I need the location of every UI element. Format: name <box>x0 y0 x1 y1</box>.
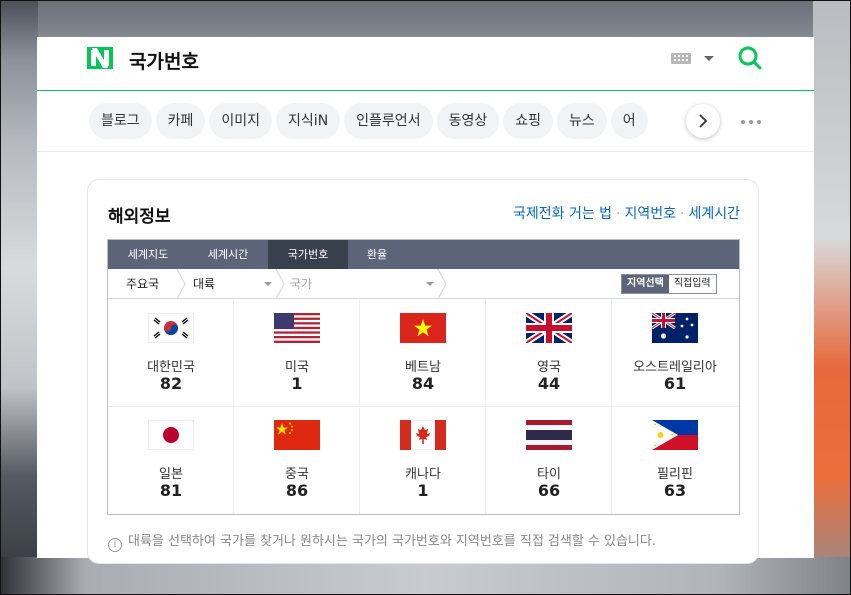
input-mode-toggle: 지역선택 직접입력 <box>621 274 717 294</box>
keyboard-icon[interactable] <box>671 53 691 64</box>
country-select[interactable]: 국가 <box>290 269 312 299</box>
country-cell-thailand[interactable]: 타이 66 <box>486 407 612 514</box>
canada-flag-icon <box>400 420 446 450</box>
chevron-down-icon <box>264 282 272 286</box>
search-result-panel: 국가번호 블로그 카페 이미지 지식iN 인플루언서 동영상 쇼핑 뉴스 어 해외정보 국제전화… <box>37 37 814 564</box>
direct-input-button[interactable]: 직접입력 <box>668 275 716 293</box>
tab-influencer[interactable]: 인플루언서 <box>344 103 433 139</box>
country-grid: 대한민국 82 미국 1 베트남 84 영국 44 오스트레일리아 61 일본 … <box>108 300 739 514</box>
tab-video[interactable]: 동영상 <box>436 103 500 139</box>
country-name: 영국 <box>537 360 561 375</box>
country-code: 66 <box>537 481 561 500</box>
tab-news[interactable]: 뉴스 <box>556 103 607 139</box>
link-international-call[interactable]: 국제전화 거는 법 <box>513 206 612 222</box>
link-world-time[interactable]: 세계시간 <box>688 206 740 222</box>
country-code: 81 <box>159 481 183 500</box>
tab-country-code[interactable]: 국가번호 <box>268 240 348 269</box>
country-cell-usa[interactable]: 미국 1 <box>234 300 360 407</box>
footnote-text: 대륙을 선택하여 국가를 찾거나 원하시는 국가의 국가번호와 지역번호를 직접… <box>128 534 656 549</box>
vietnam-flag-icon <box>400 313 446 343</box>
filter-bar: 주요국 대륙 국가 지역선택 직접입력 <box>108 269 739 299</box>
help-footnote: i 대륙을 선택하여 국가를 찾거나 원하시는 국가의 국가번호와 지역번호를 직… <box>108 530 656 552</box>
continent-select[interactable]: 대륙 <box>193 269 215 299</box>
country-name: 타이 <box>537 467 561 482</box>
country-code: 84 <box>411 374 435 393</box>
search-header: 국가번호 <box>37 37 814 91</box>
country-code: 86 <box>285 481 309 500</box>
overseas-info-card: 해외정보 국제전화 거는 법 · 지역번호 · 세계시간 세계지도 세계시간 국가번호 … <box>87 179 759 564</box>
australia-flag-icon <box>652 313 698 343</box>
background-left-strip <box>0 0 38 595</box>
tab-dictionary[interactable]: 어 <box>610 103 648 139</box>
tab-images[interactable]: 이미지 <box>209 103 273 139</box>
country-cell-korea[interactable]: 대한민국 82 <box>108 300 234 407</box>
china-flag-icon <box>274 420 320 450</box>
tab-shopping[interactable]: 쇼핑 <box>503 103 553 139</box>
major-countries-button[interactable]: 주요국 <box>126 269 159 299</box>
country-cell-japan[interactable]: 일본 81 <box>108 407 234 514</box>
chevron-right-icon <box>699 114 708 128</box>
philippines-flag-icon <box>652 420 698 450</box>
chevron-down-icon[interactable] <box>704 56 714 61</box>
chevron-down-icon <box>426 282 434 286</box>
country-code: 82 <box>159 374 183 393</box>
more-menu-icon[interactable] <box>741 120 763 124</box>
country-cell-philippines[interactable]: 필리핀 63 <box>612 407 738 514</box>
breadcrumb-arrow-icon <box>176 269 186 299</box>
tabs-next-button[interactable] <box>686 104 720 138</box>
tab-exchange-rate[interactable]: 환율 <box>348 240 406 269</box>
country-cell-vietnam[interactable]: 베트남 84 <box>360 300 486 407</box>
country-name: 대한민국 <box>147 360 195 375</box>
tab-world-time[interactable]: 세계시간 <box>188 240 268 269</box>
country-code: 63 <box>663 481 687 500</box>
country-cell-australia[interactable]: 오스트레일리아 61 <box>612 300 738 407</box>
tab-cafe[interactable]: 카페 <box>155 103 206 139</box>
search-tabs: 블로그 카페 이미지 지식iN 인플루언서 동영상 쇼핑 뉴스 어 <box>89 103 749 139</box>
country-name: 일본 <box>159 467 183 482</box>
region-select-button[interactable]: 지역선택 <box>622 275 669 293</box>
country-name: 중국 <box>285 467 309 482</box>
breadcrumb-arrow-icon <box>437 269 447 299</box>
info-icon: i <box>108 538 122 552</box>
breadcrumb-arrow-icon <box>275 269 285 299</box>
korea-flag-icon <box>148 313 194 343</box>
tab-blog[interactable]: 블로그 <box>89 103 152 139</box>
country-code: 1 <box>417 481 429 500</box>
link-area-code[interactable]: 지역번호 <box>624 206 676 222</box>
country-cell-canada[interactable]: 캐나다 1 <box>360 407 486 514</box>
country-code: 1 <box>291 374 303 393</box>
country-code: 44 <box>537 374 561 393</box>
widget-tabs: 세계지도 세계시간 국가번호 환율 <box>108 240 739 269</box>
country-name: 베트남 <box>405 360 441 375</box>
card-links: 국제전화 거는 법 · 지역번호 · 세계시간 <box>512 206 740 222</box>
tab-knowledge-in[interactable]: 지식iN <box>276 103 341 139</box>
country-code-widget: 세계지도 세계시간 국가번호 환율 주요국 대륙 국가 지역선택 직접입력 대한… <box>107 239 740 515</box>
naver-logo-icon[interactable] <box>87 47 113 69</box>
usa-flag-icon <box>274 313 320 343</box>
country-name: 미국 <box>285 360 309 375</box>
country-name: 오스트레일리아 <box>633 360 717 375</box>
search-icon[interactable] <box>737 45 763 71</box>
country-name: 캐나다 <box>405 467 441 482</box>
uk-flag-icon <box>526 313 572 343</box>
japan-flag-icon <box>148 420 194 450</box>
search-query[interactable]: 국가번호 <box>129 47 199 74</box>
card-title: 해외정보 <box>108 207 171 227</box>
country-cell-uk[interactable]: 영국 44 <box>486 300 612 407</box>
thailand-flag-icon <box>526 420 572 450</box>
divider <box>37 151 814 152</box>
tab-world-map[interactable]: 세계지도 <box>108 240 188 269</box>
country-code: 61 <box>663 374 687 393</box>
country-cell-china[interactable]: 중국 86 <box>234 407 360 514</box>
country-name: 필리핀 <box>657 467 693 482</box>
background-right-strip <box>813 0 851 595</box>
